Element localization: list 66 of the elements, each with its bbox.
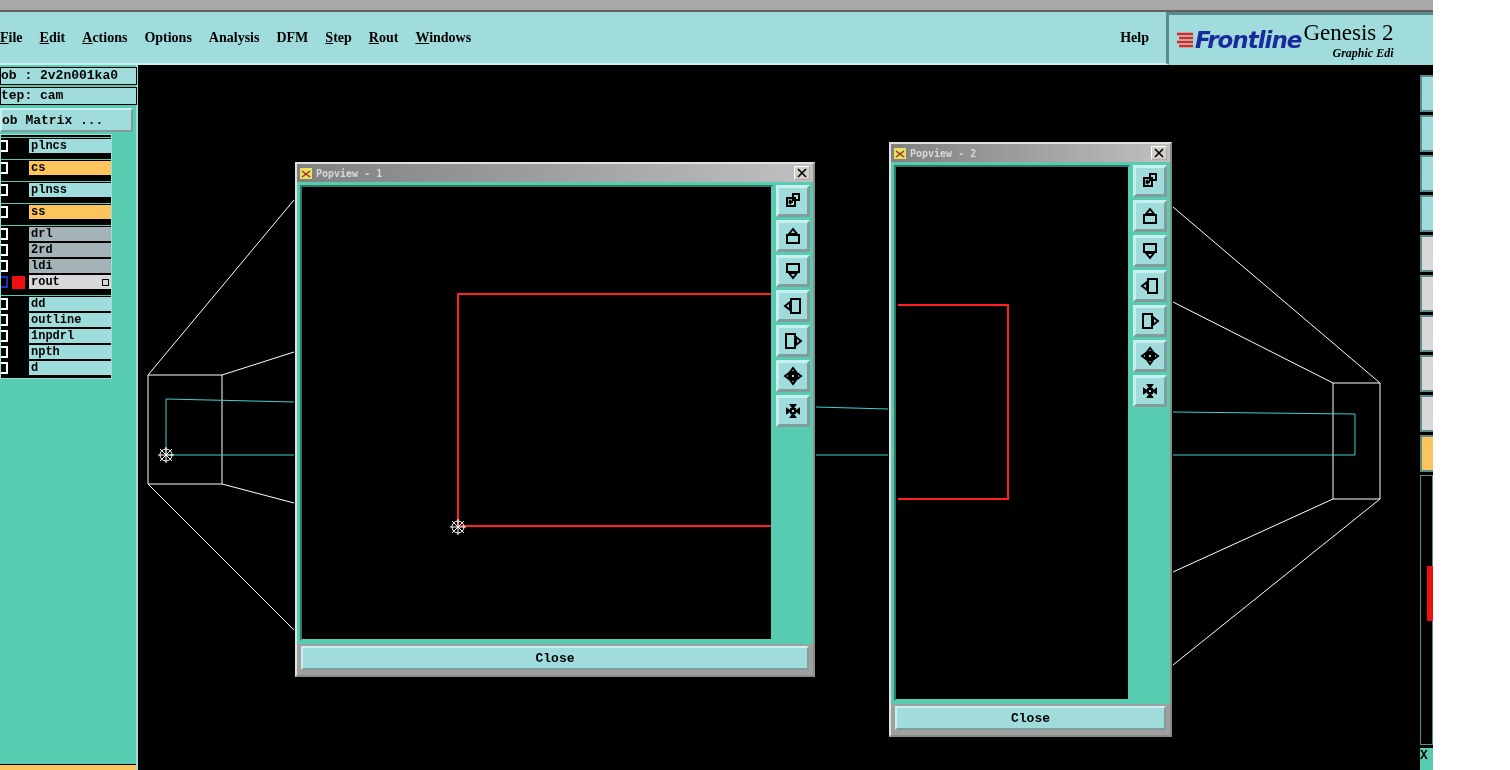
origin-marker-icon — [449, 518, 467, 536]
arrow-up-icon[interactable] — [1133, 200, 1167, 232]
menu-item[interactable]: Analysis — [208, 29, 260, 46]
arrow-down-icon[interactable] — [776, 255, 810, 287]
layer-item[interactable]: plncs — [29, 139, 111, 153]
toolbar-button[interactable] — [1420, 395, 1433, 432]
menu-item[interactable]: File — [0, 29, 23, 46]
arrow-down-icon[interactable] — [1133, 235, 1167, 267]
product-subtitle: Graphic Edi — [1332, 45, 1394, 61]
layer-item[interactable]: rout — [29, 275, 111, 289]
toolbar-button[interactable] — [1420, 315, 1433, 352]
swap-view-icon[interactable] — [1133, 165, 1167, 197]
window-icon — [894, 147, 906, 159]
affected-marker — [12, 275, 25, 289]
menu-item[interactable]: DFM — [276, 29, 309, 46]
menu-item[interactable]: Actions — [82, 29, 128, 46]
fit-icon[interactable] — [1133, 340, 1167, 372]
toolbar-button[interactable] — [1420, 195, 1433, 232]
menu-item[interactable]: Options — [144, 29, 192, 46]
toolbar-button[interactable] — [1420, 75, 1433, 112]
arrow-up-icon[interactable] — [776, 220, 810, 252]
menu-item[interactable]: Windows — [415, 29, 472, 46]
layer-item[interactable]: drl — [29, 227, 111, 241]
layer-item[interactable]: npth — [29, 345, 111, 359]
swap-view-icon[interactable] — [776, 185, 810, 217]
arrow-left-icon[interactable] — [1133, 270, 1167, 302]
layer-item[interactable]: dd — [29, 297, 111, 311]
help-menu[interactable]: Help — [1120, 29, 1149, 46]
coordinate-label: X — [1420, 748, 1433, 770]
close-icon[interactable] — [794, 166, 810, 180]
layer-item[interactable]: 2rd — [29, 243, 111, 257]
center-icon[interactable] — [776, 395, 810, 427]
toolbar-button[interactable] — [1420, 115, 1433, 152]
layer-item[interactable]: plnss — [29, 183, 111, 197]
brand-logo: Frontline — [1195, 27, 1302, 53]
job-label: ob : 2v2n001ka0 — [0, 67, 137, 85]
close-icon[interactable] — [1151, 146, 1167, 160]
toolbar-button[interactable] — [1420, 355, 1433, 392]
window-title: Popview - 1 — [316, 167, 384, 179]
product-name: Genesis 2 — [1303, 19, 1394, 46]
origin-marker-icon — [157, 446, 175, 464]
close-button[interactable]: Close — [301, 646, 809, 670]
layer-checkbox[interactable] — [1, 276, 8, 288]
menu-item[interactable]: Step — [325, 29, 352, 46]
step-label: tep: cam — [0, 87, 137, 105]
arrow-left-icon[interactable] — [776, 290, 810, 322]
speed-lines-icon — [1175, 30, 1195, 50]
toolbar-button[interactable] — [1420, 235, 1433, 272]
layer-item[interactable]: 1npdrl — [29, 329, 111, 343]
window-title: Popview - 2 — [910, 147, 978, 159]
menu-item[interactable]: Rout — [368, 29, 399, 46]
layer-item[interactable]: ldi — [29, 259, 111, 273]
toolbar-button[interactable] — [1420, 275, 1433, 312]
layer-item[interactable]: cs — [29, 161, 111, 175]
menu-item[interactable]: Edit — [39, 29, 66, 46]
close-button[interactable]: Close — [895, 706, 1166, 730]
job-matrix-button[interactable]: ob Matrix ... — [0, 108, 133, 132]
toolbar-button[interactable] — [1420, 155, 1433, 192]
layer-item[interactable]: ss — [29, 205, 111, 219]
layer-item[interactable]: outline — [29, 313, 111, 327]
arrow-right-icon[interactable] — [1133, 305, 1167, 337]
arrow-right-icon[interactable] — [776, 325, 810, 357]
fit-icon[interactable] — [776, 360, 810, 392]
center-icon[interactable] — [1133, 375, 1167, 407]
layer-item[interactable]: d — [29, 361, 111, 375]
window-icon — [300, 167, 312, 179]
